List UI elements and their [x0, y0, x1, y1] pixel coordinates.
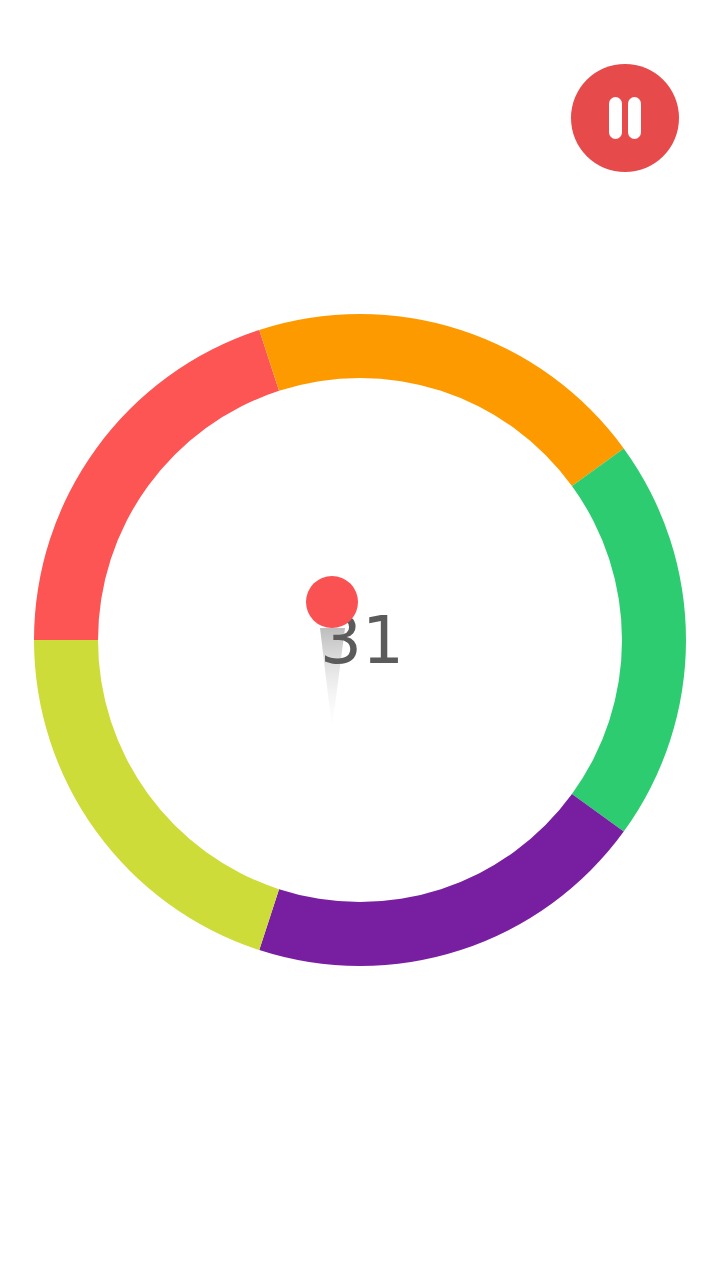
- ring-segment: [34, 330, 279, 640]
- game-screen[interactable]: 31: [0, 0, 720, 1280]
- pause-button[interactable]: [571, 64, 679, 172]
- ring-segment: [34, 640, 279, 950]
- pause-icon: [605, 95, 645, 141]
- color-ring: [34, 314, 686, 966]
- ball: [306, 576, 358, 628]
- ring-segment: [259, 314, 623, 486]
- ring-segment: [259, 794, 623, 966]
- ring-segment: [572, 448, 686, 831]
